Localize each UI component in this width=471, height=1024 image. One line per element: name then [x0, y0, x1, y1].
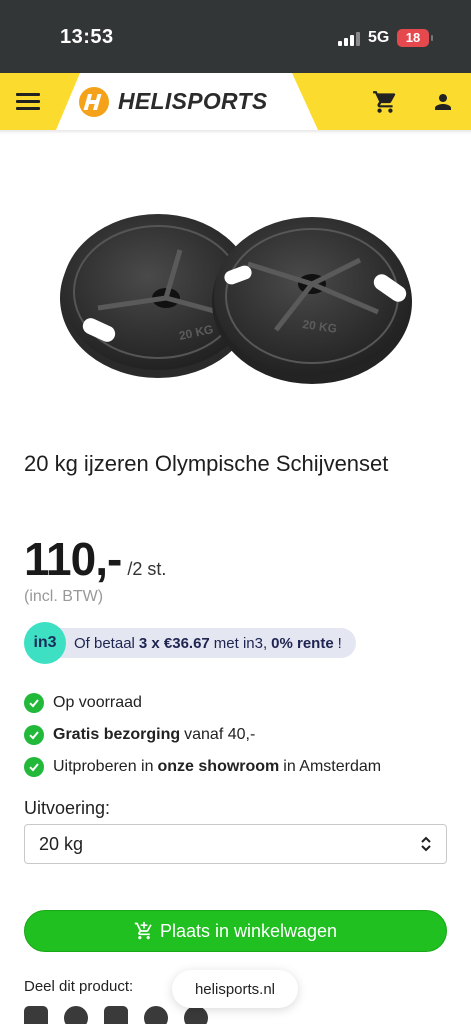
variant-selected: 20 kg [39, 833, 84, 854]
in3-installments: 3 x €36.67 [138, 634, 210, 652]
brand-name[interactable]: HELISPORTS [118, 88, 268, 115]
usp-text: in Amsterdam [283, 758, 382, 775]
product-title: 20 kg ijzeren Olympische Schijvenset [24, 451, 389, 476]
price-row: 110,- /2 st. [24, 532, 166, 586]
in3-logo: in3 [24, 622, 66, 664]
mail-icon[interactable] [24, 1006, 48, 1024]
usp-shipping: Gratis bezorging vanaf 40,- [24, 725, 255, 745]
battery-icon: 18 [397, 29, 433, 47]
share-label: Deel dit product: [24, 978, 134, 995]
add-to-cart-button[interactable]: Plaats in winkelwagen [24, 910, 447, 952]
cart-icon[interactable] [372, 89, 398, 115]
instagram-icon[interactable] [104, 1006, 128, 1024]
user-icon[interactable] [431, 90, 455, 114]
menu-icon[interactable] [16, 93, 40, 111]
network-type: 5G [368, 29, 390, 46]
usp-text: Op voorraad [53, 694, 142, 711]
product-image[interactable]: 20 KG 20 KG [40, 200, 430, 410]
logo-icon[interactable] [78, 86, 110, 118]
usp-bold-link[interactable]: onze showroom [158, 758, 280, 776]
add-to-cart-label: Plaats in winkelwagen [159, 920, 338, 941]
header-shadow [0, 130, 471, 134]
status-bar: 13:53 5G 18 [0, 0, 471, 73]
share-icons [24, 1006, 208, 1024]
check-icon [24, 725, 44, 745]
check-icon [24, 693, 44, 713]
price-unit: /2 st. [127, 559, 167, 579]
variant-label: Uitvoering: [24, 798, 111, 818]
signal-icon [338, 32, 360, 46]
chevron-updown-icon [421, 836, 431, 852]
facebook-icon[interactable] [64, 1006, 88, 1024]
in3-prefix: Of betaal [74, 634, 135, 652]
site-header: HELISPORTS [0, 73, 471, 130]
vat-note: (incl. BTW) [24, 588, 104, 605]
in3-banner[interactable]: in3 Of betaal 3 x €36.67 met in3, 0% ren… [24, 622, 356, 664]
browser-url-bar[interactable]: helisports.nl [172, 970, 298, 1008]
in3-suffix: ! [337, 634, 342, 652]
product-price: 110,- [24, 533, 122, 585]
usp-bold: Gratis bezorging [53, 726, 181, 743]
check-icon [24, 757, 44, 777]
in3-text: Of betaal 3 x €36.67 met in3, 0% rente! [44, 628, 356, 658]
usp-showroom: Uitproberen in onze showroom in Amsterda… [24, 757, 381, 777]
status-time: 13:53 [60, 26, 114, 48]
pinterest-icon[interactable] [144, 1006, 168, 1024]
cart-add-icon [134, 921, 152, 940]
variant-select[interactable]: 20 kg [24, 824, 447, 864]
whatsapp-icon[interactable] [184, 1006, 208, 1024]
usp-text: vanaf 40,- [184, 726, 256, 743]
in3-rate: 0% rente [271, 634, 334, 652]
in3-middle: met in3, [213, 634, 268, 652]
usp-pre: Uitproberen in [53, 758, 154, 775]
usp-stock: Op voorraad [24, 693, 142, 713]
